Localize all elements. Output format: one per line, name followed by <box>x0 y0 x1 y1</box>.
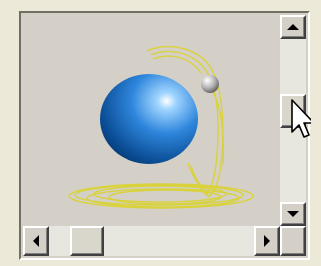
horizontal-scroll-thumb[interactable] <box>70 226 104 256</box>
small-ball <box>201 75 225 166</box>
3d-scene-canvas[interactable] <box>23 15 280 226</box>
scroll-view-frame <box>19 11 310 260</box>
size-grip <box>280 226 306 256</box>
arrow-up-icon <box>287 24 299 30</box>
arrow-left-icon <box>33 235 39 247</box>
horizontal-scrollbar[interactable] <box>23 226 280 256</box>
scrollbar-corner <box>280 226 306 256</box>
arrow-pointer-icon <box>291 99 311 138</box>
scene-svg <box>68 45 254 209</box>
arrow-right-icon <box>264 235 270 247</box>
arrow-down-icon <box>287 211 299 217</box>
scroll-down-button[interactable] <box>280 202 306 226</box>
scroll-left-button[interactable] <box>23 226 49 256</box>
blue-sphere <box>100 74 198 164</box>
scroll-right-button[interactable] <box>254 226 280 256</box>
scroll-up-button[interactable] <box>280 15 306 39</box>
